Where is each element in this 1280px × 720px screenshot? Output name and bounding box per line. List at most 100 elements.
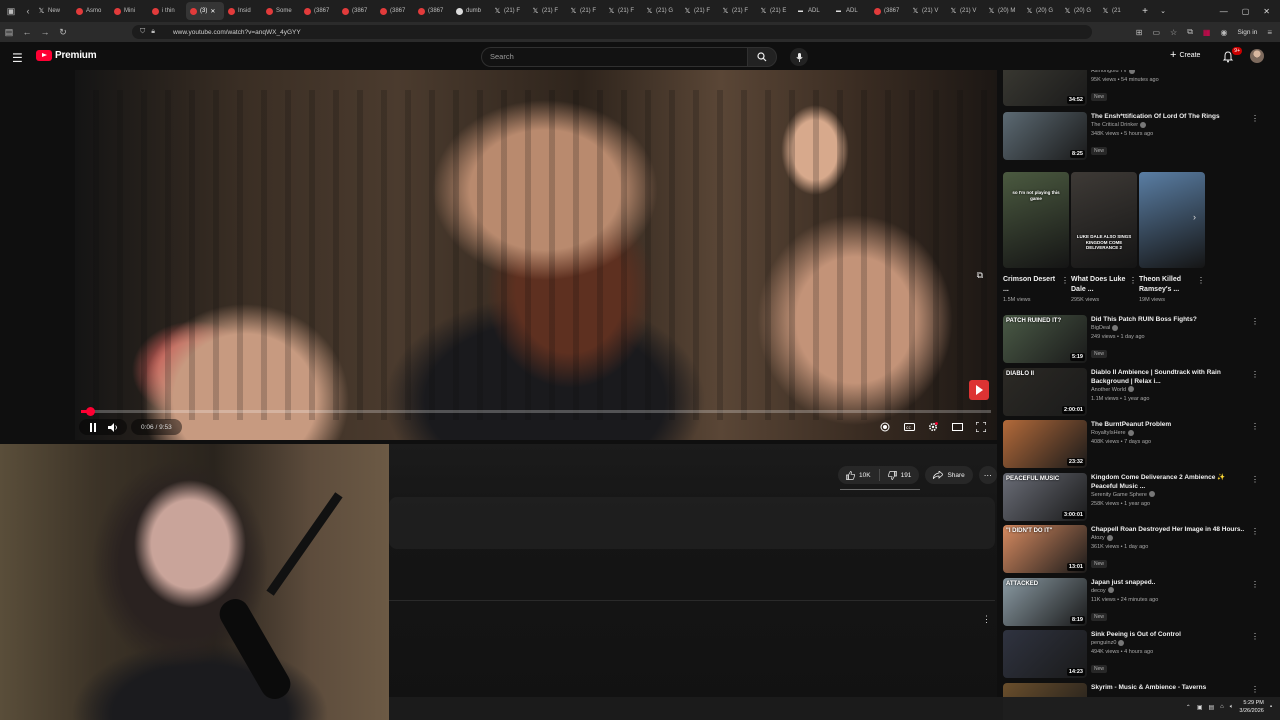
browser-tab[interactable]: 𝕏 (21) V xyxy=(946,2,984,20)
search-input[interactable]: Search xyxy=(481,47,747,67)
recommended-video[interactable]: DIABLO II 2:00:01 Diablo II Ambience | Sou… xyxy=(1003,367,1265,416)
settings-button[interactable] xyxy=(923,417,943,437)
address-bar[interactable]: ⛉ 🔒︎ www.youtube.com/watch?v=anqWX_4yGYY xyxy=(132,25,1092,39)
video-thumbnail[interactable]: PATCH RUINED IT? 5:19 xyxy=(1003,315,1087,363)
short-item[interactable]: LUKE DALE ALSO SINGS KINGDOM COME DELIVE… xyxy=(1071,172,1137,312)
recommended-video[interactable]: "I DIDN'T DO IT" 13:01 Chappell Roan Destr… xyxy=(1003,525,1265,573)
browser-tab[interactable]: Mini xyxy=(110,2,148,20)
video-options-icon[interactable]: ⋮ xyxy=(1251,114,1259,123)
channel-name[interactable]: BigDeal xyxy=(1091,325,1110,331)
video-thumbnail[interactable]: PEACEFUL MUSIC 3:00:01 xyxy=(1003,472,1087,521)
comment-options-icon[interactable]: ⋮ xyxy=(982,614,991,625)
recommended-video[interactable]: 8:25 The Ensh*ttification Of Lord Of The … xyxy=(1003,112,1265,160)
puzzle-icon[interactable]: ⧉ xyxy=(1187,27,1193,37)
video-title[interactable]: Sink Peeing is Out of Control xyxy=(1091,630,1251,639)
browser-tab[interactable]: 𝕏 New xyxy=(34,2,72,20)
account-avatar[interactable] xyxy=(1250,49,1264,63)
browser-tab[interactable]: 𝕏 (21) F xyxy=(680,2,718,20)
reader-icon[interactable]: ▭ xyxy=(1152,28,1160,37)
video-thumbnail[interactable]: DIABLO II 2:00:01 xyxy=(1003,367,1087,416)
browser-tab[interactable]: 𝕏 (21) F xyxy=(490,2,528,20)
more-actions-button[interactable]: ⋯ xyxy=(978,466,997,484)
channel-name[interactable]: RoyaltyIsHere xyxy=(1091,430,1126,436)
fullscreen-button[interactable] xyxy=(971,417,991,437)
browser-tab[interactable]: ▬ ADL xyxy=(832,2,870,20)
youtube-premium-logo[interactable]: Premium xyxy=(36,50,97,61)
close-tab-icon[interactable]: ✕ xyxy=(210,8,215,15)
browser-tab[interactable]: i thin xyxy=(148,2,186,20)
new-tab-button[interactable]: + xyxy=(1136,6,1154,17)
channel-watermark-icon[interactable] xyxy=(969,380,989,400)
extension-badge-icon[interactable]: ▦ xyxy=(1203,28,1211,37)
tray-app-icon[interactable]: ▣ xyxy=(1197,704,1203,711)
video-options-icon[interactable]: ⋮ xyxy=(1251,475,1259,484)
video-options-icon[interactable]: ⋮ xyxy=(1251,685,1259,694)
channel-name[interactable]: The Critical Drinker xyxy=(1091,122,1138,128)
browser-tab[interactable]: (3867 xyxy=(300,2,338,20)
short-title[interactable]: Theon Killed Ramsey's ... xyxy=(1139,275,1197,295)
theater-mode-button[interactable] xyxy=(947,417,967,437)
video-title[interactable]: Did This Patch RUIN Boss Fights? xyxy=(1091,315,1251,324)
browser-tab[interactable]: 𝕏 (21) F xyxy=(528,2,566,20)
recommended-video[interactable]: 14:23 Sink Peeing is Out of Control pengui… xyxy=(1003,630,1265,678)
browser-tab[interactable]: Insid xyxy=(224,2,262,20)
dislike-button[interactable]: 191 xyxy=(880,466,920,484)
recommended-video[interactable]: PEACEFUL MUSIC 3:00:01 Kingdom Come Delive… xyxy=(1003,472,1265,521)
video-thumbnail[interactable]: ATTACKED 8:19 xyxy=(1003,577,1087,626)
maximize-button[interactable]: ▢ xyxy=(1242,7,1250,16)
minimize-button[interactable]: — xyxy=(1220,7,1228,16)
create-button[interactable]: + Create xyxy=(1170,50,1200,61)
voice-search-button[interactable] xyxy=(790,48,808,66)
guide-menu-icon[interactable]: ☰ xyxy=(12,51,23,65)
short-thumbnail[interactable]: LUKE DALE ALSO SINGS KINGDOM COME DELIVE… xyxy=(1071,172,1137,268)
video-player[interactable]: ⧉ 0:06 / 9:53 cc xyxy=(75,70,997,440)
browser-tab[interactable]: (3) ✕ xyxy=(186,2,224,20)
browser-tab[interactable]: (3867 xyxy=(414,2,452,20)
video-thumbnail[interactable]: "I DIDN'T DO IT" 13:01 xyxy=(1003,525,1087,573)
video-title[interactable]: Chappell Roan Destroyed Her Image in 48 … xyxy=(1091,525,1251,534)
channel-name[interactable]: Another World xyxy=(1091,387,1126,393)
browser-tab[interactable]: dumb xyxy=(452,2,490,20)
short-title[interactable]: Crimson Desert ... xyxy=(1003,275,1061,295)
channel-name[interactable]: decoy xyxy=(1091,588,1106,594)
search-button[interactable] xyxy=(747,47,777,67)
recommended-video[interactable]: 34:52 COOKED...Asmongold TV95K views • 54… xyxy=(1003,70,1265,106)
network-icon[interactable]: ⌂ xyxy=(1220,704,1224,710)
short-options-icon[interactable]: ⋮ xyxy=(1129,276,1137,285)
browser-tab[interactable]: ▬ ADL xyxy=(794,2,832,20)
video-thumbnail[interactable]: 14:23 xyxy=(1003,630,1087,678)
video-options-icon[interactable]: ⋮ xyxy=(1251,370,1259,379)
sidebar-toggle-icon[interactable]: ▤ xyxy=(0,27,18,38)
speaker-icon[interactable]: 🔈︎ xyxy=(1230,704,1234,711)
channel-name[interactable]: Asmongold TV xyxy=(1091,70,1127,74)
browser-tab[interactable]: 𝕏 (21) F xyxy=(604,2,642,20)
short-thumbnail[interactable]: so I'm not playing this game xyxy=(1003,172,1069,268)
notification-center-icon[interactable]: ▪ xyxy=(1270,704,1272,710)
bookmark-star-icon[interactable]: ☆ xyxy=(1170,28,1177,37)
browser-tab[interactable]: 𝕏 (20) G xyxy=(1022,2,1060,20)
video-thumbnail[interactable]: 8:25 xyxy=(1003,112,1087,160)
video-title[interactable]: Diablo II Ambience | Soundtrack with Rai… xyxy=(1091,368,1251,386)
system-clock[interactable]: 5:29 PM 3/26/2026 xyxy=(1239,699,1263,715)
notifications-button[interactable]: 9+ xyxy=(1222,47,1242,64)
shorts-next-icon[interactable]: › xyxy=(1193,212,1196,222)
tab-list-chevron-icon[interactable]: ⌄ xyxy=(1154,7,1172,15)
reload-button[interactable]: ↻ xyxy=(54,27,72,38)
back-button[interactable]: ← xyxy=(18,27,36,37)
progress-bar[interactable] xyxy=(81,407,991,416)
channel-name[interactable]: Serenity Game Sphere xyxy=(1091,492,1147,498)
share-button[interactable]: Share xyxy=(925,466,973,484)
extensions-icon[interactable]: ⊞ xyxy=(1136,28,1143,37)
channel-name[interactable]: penguinz0 xyxy=(1091,640,1116,646)
short-title[interactable]: What Does Luke Dale ... xyxy=(1071,275,1129,295)
video-thumbnail[interactable]: 23:32 xyxy=(1003,420,1087,468)
chevron-up-icon[interactable]: ⌃ xyxy=(1186,704,1191,711)
video-title[interactable]: Japan just snapped.. xyxy=(1091,578,1251,587)
window-menu-icon[interactable]: ▣ xyxy=(0,0,22,22)
signin-link[interactable]: Sign in xyxy=(1237,29,1257,36)
browser-tab[interactable]: 𝕏 (20) G xyxy=(1060,2,1098,20)
short-item[interactable]: so I'm not playing this game Crimson Dese… xyxy=(1003,172,1069,312)
lock-icon[interactable]: 🔒︎ xyxy=(151,28,155,36)
volume-button[interactable] xyxy=(103,417,123,437)
video-title[interactable]: The BurntPeanut Problem xyxy=(1091,420,1251,429)
